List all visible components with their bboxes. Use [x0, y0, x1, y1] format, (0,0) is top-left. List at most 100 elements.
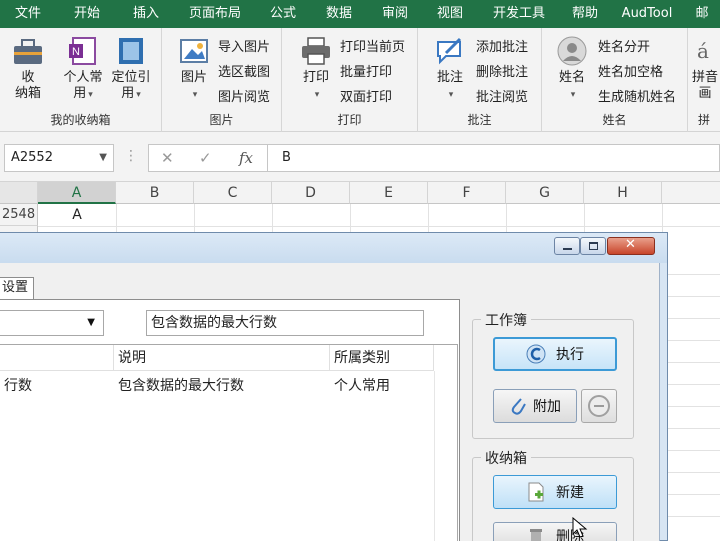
tab-settings[interactable]: 设置 — [0, 277, 34, 299]
column-header[interactable]: B — [116, 182, 194, 204]
delete-comment-button[interactable]: 删除批注 — [476, 61, 528, 80]
comment-button[interactable]: 批注 ▾ — [430, 36, 470, 103]
list-column-header-desc[interactable]: 说明 — [114, 345, 330, 371]
column-header[interactable]: D — [272, 182, 350, 204]
gridline — [660, 516, 720, 517]
area-screenshot-button[interactable]: 选区截图 — [218, 61, 270, 80]
cursor-arrow-icon — [572, 517, 588, 538]
group-label-print: 打印 — [337, 113, 362, 127]
box-group-title: 收纳箱 — [481, 448, 531, 468]
menu-formulas[interactable]: 公式 — [256, 0, 310, 28]
chevron-down-icon: ▾ — [314, 90, 320, 100]
name-button[interactable]: 姓名 ▾ — [552, 36, 592, 103]
function-list[interactable]: 说明 所属类别 行数 包含数据的最大行数 个人常用 — [0, 344, 458, 541]
row-header[interactable]: 2548 — [0, 204, 38, 226]
menu-review[interactable]: 审阅 — [368, 0, 422, 28]
column-header[interactable]: A — [38, 182, 116, 204]
close-button[interactable]: ✕ — [607, 237, 655, 255]
select-all-corner[interactable] — [0, 182, 38, 204]
menu-help[interactable]: 帮助 — [560, 0, 610, 28]
formula-actions: ✕ ✓ fx — [148, 144, 268, 172]
chevron-down-icon: ▾ — [570, 90, 576, 100]
svg-text:á: á — [697, 39, 709, 63]
print-current-page-button[interactable]: 打印当前页 — [340, 36, 405, 55]
picture-button[interactable]: 图片 ▾ — [174, 36, 214, 103]
personal-common-button[interactable]: N 个人常 用 ▾ — [60, 36, 106, 103]
group-label-my-box: 我的收纳箱 — [50, 113, 111, 127]
column-header-extra[interactable] — [662, 182, 720, 204]
minimize-icon — [563, 248, 572, 250]
cancel-icon[interactable]: ✕ — [161, 149, 174, 167]
execute-button[interactable]: 执行 — [493, 337, 617, 371]
workbook-group-title: 工作簿 — [481, 310, 531, 330]
execute-icon — [526, 344, 546, 364]
list-column-header-name[interactable] — [0, 345, 114, 371]
picture-browse-button[interactable]: 图片阅览 — [218, 86, 270, 105]
list-cell-name: 行数 — [4, 378, 32, 394]
print-label: 打印 — [302, 70, 329, 85]
chevron-down-icon: ▾ — [448, 90, 454, 100]
menu-mail[interactable]: 邮 — [684, 0, 720, 28]
description-field[interactable]: 包含数据的最大行数 — [146, 310, 424, 336]
column-header[interactable]: G — [506, 182, 584, 204]
remove-button[interactable] — [581, 389, 617, 423]
list-column-header-category[interactable]: 所属类别 — [330, 345, 434, 371]
print-button[interactable]: 打印 ▾ — [296, 36, 336, 103]
execute-label: 执行 — [556, 347, 584, 363]
gridline — [350, 204, 351, 234]
menu-file[interactable]: 文件 — [0, 0, 56, 28]
name-add-space-button[interactable]: 姓名加空格 — [598, 61, 663, 80]
gridline — [660, 340, 720, 341]
chevron-down-icon[interactable]: ▼ — [87, 317, 95, 328]
menu-audtool[interactable]: AudTool — [610, 0, 684, 28]
duplex-print-button[interactable]: 双面打印 — [340, 86, 392, 105]
import-picture-label: 导入图片 — [218, 40, 271, 55]
column-header[interactable]: F — [428, 182, 506, 204]
chevron-down-icon[interactable]: ▼ — [99, 145, 107, 171]
column-header[interactable]: H — [584, 182, 662, 204]
menu-view[interactable]: 视图 — [422, 0, 478, 28]
group-label-name: 姓名 — [602, 113, 627, 127]
batch-print-button[interactable]: 批量打印 — [340, 61, 392, 80]
new-button[interactable]: 新建 — [493, 475, 617, 509]
add-comment-button[interactable]: 添加批注 — [476, 36, 528, 55]
gridline — [660, 428, 720, 429]
cell-a[interactable]: A — [38, 204, 116, 226]
formula-input[interactable]: B — [268, 144, 720, 172]
chevron-down-icon: ▾ — [136, 90, 141, 100]
fx-icon[interactable]: fx — [239, 149, 253, 167]
menu-home[interactable]: 开始 — [56, 0, 118, 28]
category-combo[interactable]: ▼ — [0, 310, 104, 336]
pinyin-button[interactable]: á 拼音 画 — [690, 36, 720, 102]
gridline — [506, 204, 507, 234]
maximize-button[interactable] — [580, 237, 606, 255]
comment-browse-label: 批注阅览 — [476, 90, 529, 105]
menu-page-layout[interactable]: 页面布局 — [174, 0, 256, 28]
split-name-button[interactable]: 姓名分开 — [598, 36, 650, 55]
minimize-button[interactable] — [554, 237, 580, 255]
column-header[interactable]: C — [194, 182, 272, 204]
attach-button[interactable]: 附加 — [493, 389, 577, 423]
dialog-titlebar[interactable]: ✕ — [0, 233, 668, 263]
menu-developer[interactable]: 开发工具 — [478, 0, 560, 28]
gridline — [272, 204, 273, 234]
picture-label: 图片 — [180, 70, 207, 85]
menu-data[interactable]: 数据 — [310, 0, 368, 28]
menu-insert[interactable]: 插入 — [118, 0, 174, 28]
comment-label: 批注 — [436, 70, 463, 85]
locate-reference-button[interactable]: 定位引 用 ▾ — [108, 36, 154, 103]
chevron-down-icon: ▾ — [192, 90, 198, 100]
print-current-page-label: 打印当前页 — [340, 40, 406, 55]
comment-browse-button[interactable]: 批注阅览 — [476, 86, 528, 105]
delete-button[interactable]: 删除 — [493, 522, 617, 541]
import-picture-button[interactable]: 导入图片 — [218, 36, 270, 55]
box-button[interactable]: 收 纳箱 — [6, 36, 50, 102]
random-name-button[interactable]: 生成随机姓名 — [598, 86, 676, 105]
ribbon-group-name: 姓名 ▾ 姓名分开 姓名加空格 生成随机姓名 姓名 — [542, 28, 688, 132]
name-box[interactable]: A2552 ▼ — [4, 144, 114, 172]
column-header[interactable]: E — [350, 182, 428, 204]
check-icon[interactable]: ✓ — [199, 149, 212, 167]
new-label: 新建 — [556, 485, 584, 501]
ribbon-group-my-box: 收 纳箱 N 个人常 用 ▾ 定位引 用 ▾ 我的收纳箱 — [0, 28, 162, 132]
group-label-picture: 图片 — [209, 113, 234, 127]
